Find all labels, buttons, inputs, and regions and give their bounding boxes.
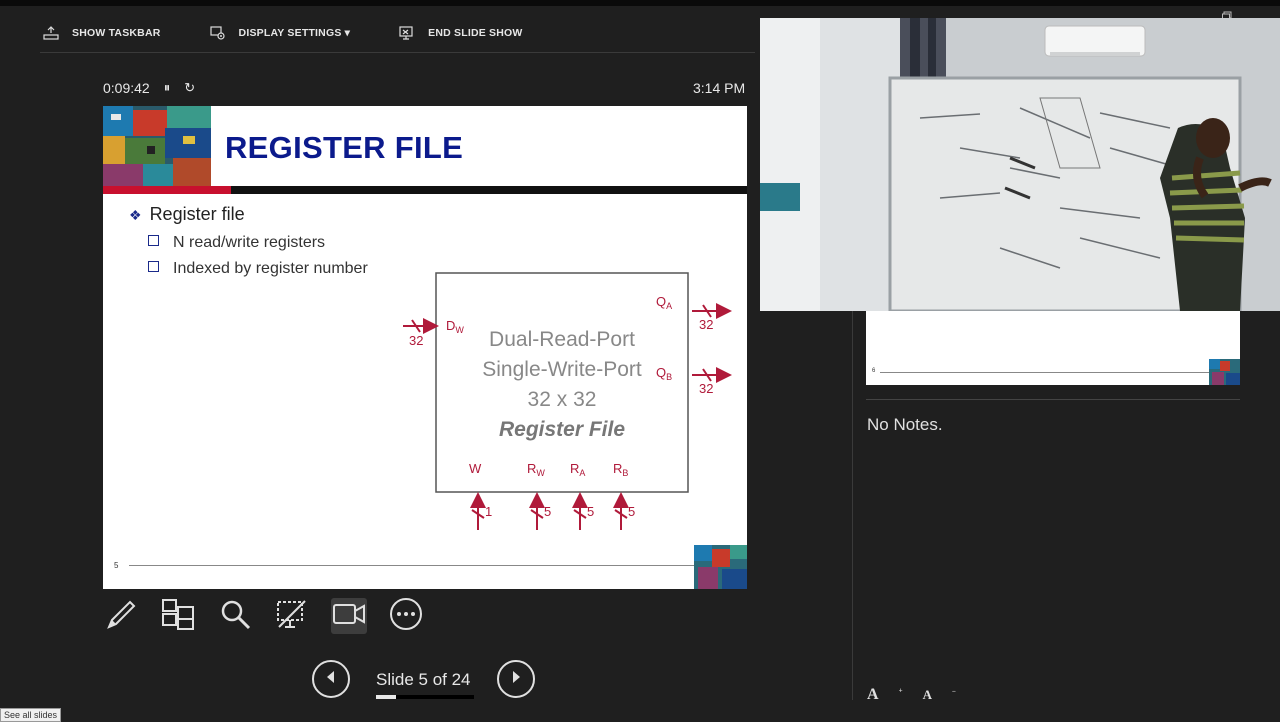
black-screen-icon [275, 597, 309, 636]
black-screen-button[interactable] [274, 598, 310, 634]
next-arrow-icon [509, 670, 523, 689]
w-label: W [469, 461, 482, 476]
elapsed-timer: 0:09:42 ⏸ ↻ [103, 80, 195, 96]
restore-window-icon[interactable] [1222, 8, 1234, 21]
increase-font-label: A [867, 686, 879, 703]
display-settings-button[interactable]: DISPLAY SETTINGS ▾ [207, 25, 351, 41]
decrease-font-button[interactable]: A − [923, 687, 956, 703]
register-file-block [435, 272, 689, 493]
more-options-button[interactable] [388, 597, 424, 636]
rw-width: 5 [544, 504, 551, 519]
see-all-slides-icon [161, 597, 195, 636]
previous-arrow-icon [324, 670, 338, 689]
current-slide[interactable]: REGISTER FILE ❖ Register file N read/writ… [103, 106, 747, 589]
presenter-toolbar: SHOW TASKBAR DISPLAY SETTINGS ▾ END SLID… [40, 18, 569, 48]
show-taskbar-button[interactable]: SHOW TASKBAR [40, 25, 161, 41]
qa-width: 32 [699, 317, 713, 332]
block-title: Register File [499, 418, 625, 441]
decrease-font-mark: − [951, 687, 956, 696]
next-slide-page-number: 6 [872, 368, 876, 374]
notes-divider [866, 399, 1240, 400]
block-line-2: Single-Write-Port [482, 358, 642, 381]
slide-counter: Slide 5 of 24 [376, 670, 471, 689]
block-line-1: Dual-Read-Port [489, 328, 635, 351]
pane-divider[interactable] [852, 300, 853, 700]
show-taskbar-label: SHOW TASKBAR [72, 27, 161, 39]
zoom-button[interactable] [217, 598, 253, 634]
video-camera-icon [332, 597, 366, 636]
display-settings-label: DISPLAY SETTINGS ▾ [238, 27, 351, 39]
slide-progress-bar [376, 695, 474, 699]
restart-timer-icon[interactable]: ↻ [184, 80, 195, 96]
w-width: 1 [485, 504, 492, 519]
next-slide-footer-line [880, 372, 1210, 373]
next-slide-preview[interactable]: 6 [866, 311, 1240, 385]
camera-toggle-button[interactable] [331, 598, 367, 634]
slide-navigation: Slide 5 of 24 [312, 659, 540, 703]
see-all-slides-button[interactable] [160, 598, 196, 634]
toolbar-divider [40, 52, 755, 53]
dw-width: 32 [409, 333, 423, 348]
taskbar-icon [40, 25, 62, 41]
slide-corner-image [694, 545, 747, 589]
increase-font-button[interactable]: A + [867, 686, 903, 704]
ra-width: 5 [587, 504, 594, 519]
end-slide-show-button[interactable]: END SLIDE SHOW [396, 25, 522, 41]
ellipsis-icon [389, 597, 423, 636]
pause-timer-icon[interactable]: ⏸ [164, 80, 171, 96]
top-strip [0, 0, 1280, 6]
slide-tools [103, 597, 445, 636]
camera-feed [760, 18, 1280, 311]
qb-width: 32 [699, 381, 713, 396]
slide-progress-fill [376, 695, 397, 699]
notes-font-controls: A + A − [867, 686, 976, 704]
decrease-font-label: A [922, 687, 932, 702]
next-slide-corner-image [1209, 359, 1240, 385]
slide-page-number: 5 [114, 561, 119, 570]
display-settings-icon [207, 25, 229, 41]
register-file-diagram: Dual-Read-Port Single-Write-Port 32 x 32… [403, 272, 732, 530]
elapsed-time: 0:09:42 [103, 80, 150, 96]
pen-icon [104, 597, 138, 636]
speaker-notes: No Notes. [867, 415, 943, 434]
pen-tool-button[interactable] [103, 598, 139, 634]
increase-font-mark: + [898, 686, 903, 695]
block-line-3: 32 x 32 [528, 388, 597, 411]
end-show-icon [396, 25, 418, 41]
magnifier-icon [218, 597, 252, 636]
end-slide-show-label: END SLIDE SHOW [428, 27, 523, 39]
next-slide-button[interactable] [497, 660, 535, 698]
rb-width: 5 [628, 504, 635, 519]
slide-footer-line [129, 565, 694, 566]
previous-slide-button[interactable] [312, 660, 350, 698]
current-time: 3:14 PM [693, 80, 746, 96]
